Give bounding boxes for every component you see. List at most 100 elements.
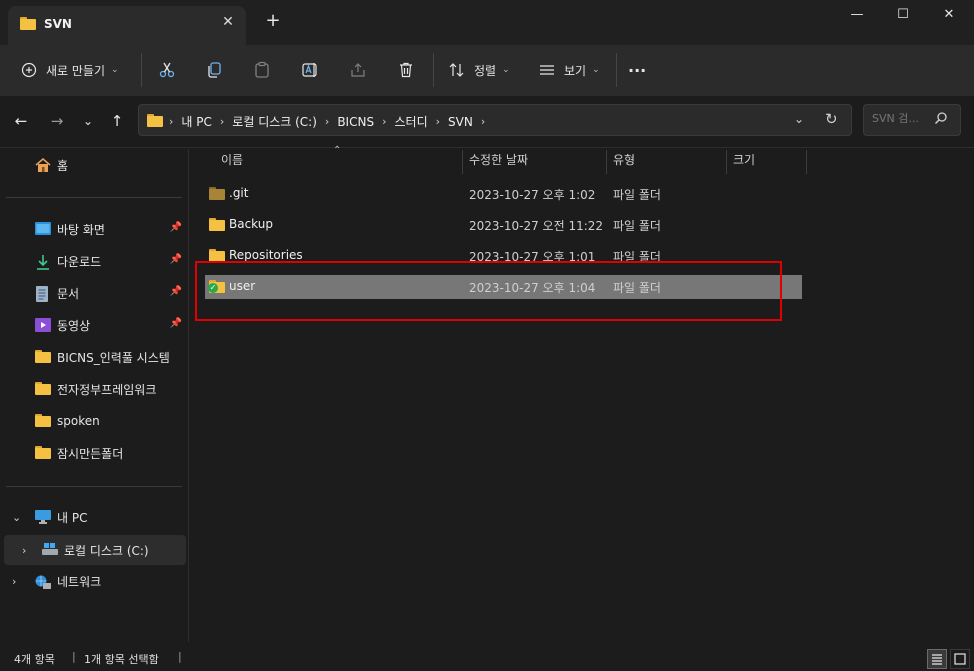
rename-button[interactable] [296,56,324,84]
sidebar-item-egov[interactable]: 전자정부프레임워크 [0,375,188,403]
network-icon [35,574,51,589]
address-bar[interactable]: › 내 PC › 로컬 디스크 (C:) › BICNS › 스터디 › SVN… [138,104,852,136]
file-row[interactable]: Backup 2023-10-27 오전 11:22 파일 폴더 [205,213,802,237]
search-icon[interactable] [934,111,948,128]
column-header-modified[interactable]: 수정한 날짜 [469,151,528,175]
title-bar: SVN ✕ + — ☐ ✕ [0,0,974,45]
column-label: 유형 [613,153,636,167]
chevron-right-icon[interactable]: › [22,544,34,557]
sidebar-item-downloads[interactable]: 다운로드 📌 [0,247,188,275]
sort-icon [446,56,468,84]
delete-button[interactable] [392,56,420,84]
sidebar-item-local-disk[interactable]: › 로컬 디스크 (C:) [4,535,186,565]
sidebar-item-bicns[interactable]: BICNS_인력풀 시스템 [0,343,188,371]
column-divider[interactable] [806,150,807,174]
close-window-button[interactable]: ✕ [926,0,972,32]
recent-locations-chevron-icon[interactable]: ⌄ [77,110,99,132]
column-header-type[interactable]: 유형 [613,151,635,175]
search-box[interactable] [863,104,961,136]
chevron-down-icon: ⌄ [111,65,119,75]
navigation-bar: ← → ⌄ ↑ › 내 PC › 로컬 디스크 (C:) › BICNS › 스… [0,96,974,148]
breadcrumb-svn[interactable]: SVN [448,115,473,129]
chevron-right-icon[interactable]: › [382,115,386,128]
column-label: 크기 [733,153,756,167]
view-lines-icon [536,56,558,84]
column-label: 수정한 날짜 [469,153,529,167]
sidebar-item-home[interactable]: 홈 [0,151,188,179]
up-arrow-icon[interactable]: ↑ [106,110,128,132]
chevron-right-icon[interactable]: › [220,115,224,128]
new-button[interactable]: 새로 만들기 ⌄ [18,56,119,84]
breadcrumb-local-disk[interactable]: 로컬 디스크 (C:) [232,113,317,130]
address-dropdown-icon[interactable]: ⌄ [794,112,804,126]
sidebar-label: 잠시만든폴더 [57,446,124,461]
paste-button[interactable] [248,56,276,84]
breadcrumb-study[interactable]: 스터디 [394,113,427,130]
column-divider[interactable] [726,150,727,174]
folder-icon [209,187,225,200]
status-bar: 4개 항목 | 1개 항목 선택함 | [0,645,974,671]
chevron-right-icon[interactable]: › [12,575,24,588]
sort-label: 정렬 [474,63,497,78]
divider: | [72,650,76,663]
sidebar-label: spoken [57,414,100,428]
pin-icon[interactable]: 📌 [170,318,182,329]
column-label: 이름 [221,153,244,167]
download-icon [35,254,51,270]
pin-icon[interactable]: 📌 [170,222,182,233]
column-divider[interactable] [462,150,463,174]
sidebar-item-this-pc[interactable]: ⌄ 내 PC [0,503,188,531]
chevron-right-icon[interactable]: › [436,115,440,128]
breadcrumb-bicns[interactable]: BICNS [337,115,374,129]
close-tab-icon[interactable]: ✕ [220,14,236,32]
file-modified: 2023-10-27 오후 1:02 [469,188,596,202]
sidebar-item-temp-folder[interactable]: 잠시만든폴더 [0,439,188,467]
sidebar-item-desktop[interactable]: 바탕 화면 📌 [0,215,188,243]
breadcrumb-this-pc[interactable]: 내 PC [181,113,211,130]
new-button-label: 새로 만들기 [46,63,106,78]
sidebar-label: 홈 [57,158,69,173]
forward-arrow-icon[interactable]: → [46,110,68,132]
folder-icon [147,114,163,127]
pin-icon[interactable]: 📌 [170,286,182,297]
sidebar-item-documents[interactable]: 문서 📌 [0,279,188,307]
maximize-button[interactable]: ☐ [880,0,926,32]
search-input[interactable] [872,112,932,125]
sidebar-label: 문서 [57,286,80,301]
cut-button[interactable] [153,56,181,84]
rename-icon [296,56,324,84]
new-tab-button[interactable]: + [262,10,284,32]
sidebar-label: BICNS_인력풀 시스템 [57,350,170,365]
file-name: Repositories [229,248,303,262]
tab-svn[interactable]: SVN ✕ [8,6,246,45]
column-header-size[interactable]: 크기 [733,151,755,175]
sort-button[interactable]: 정렬 ⌄ [446,56,510,84]
sidebar-item-videos[interactable]: 동영상 📌 [0,311,188,339]
back-arrow-icon[interactable]: ← [10,110,32,132]
minimize-button[interactable]: — [834,0,880,32]
folder-icon [35,414,51,428]
more-options-button[interactable]: ··· [628,56,646,84]
pin-icon[interactable]: 📌 [170,254,182,265]
drive-icon [42,543,58,557]
file-row[interactable]: .git 2023-10-27 오후 1:02 파일 폴더 [205,182,802,206]
chevron-down-icon[interactable]: ⌄ [12,511,24,524]
sidebar-item-spoken[interactable]: spoken [0,407,188,435]
refresh-icon[interactable]: ↻ [825,110,838,128]
sidebar-label: 다운로드 [57,254,102,269]
chevron-right-icon[interactable]: › [325,115,329,128]
breadcrumb: › 내 PC › 로컬 디스크 (C:) › BICNS › 스터디 › SVN… [169,113,485,130]
copy-button[interactable] [200,56,228,84]
sidebar-item-network[interactable]: › 네트워크 [0,567,188,595]
chevron-right-icon[interactable]: › [481,115,485,128]
view-button[interactable]: 보기 ⌄ [536,56,600,84]
video-icon [35,318,51,332]
column-divider[interactable] [606,150,607,174]
column-header-name[interactable]: 이름 [221,151,243,175]
folder-icon [35,446,51,460]
share-icon [344,56,372,84]
share-button[interactable] [344,56,372,84]
tiles-view-icon [954,653,966,665]
tiles-view-button[interactable] [950,649,970,669]
details-view-button[interactable] [927,649,947,669]
